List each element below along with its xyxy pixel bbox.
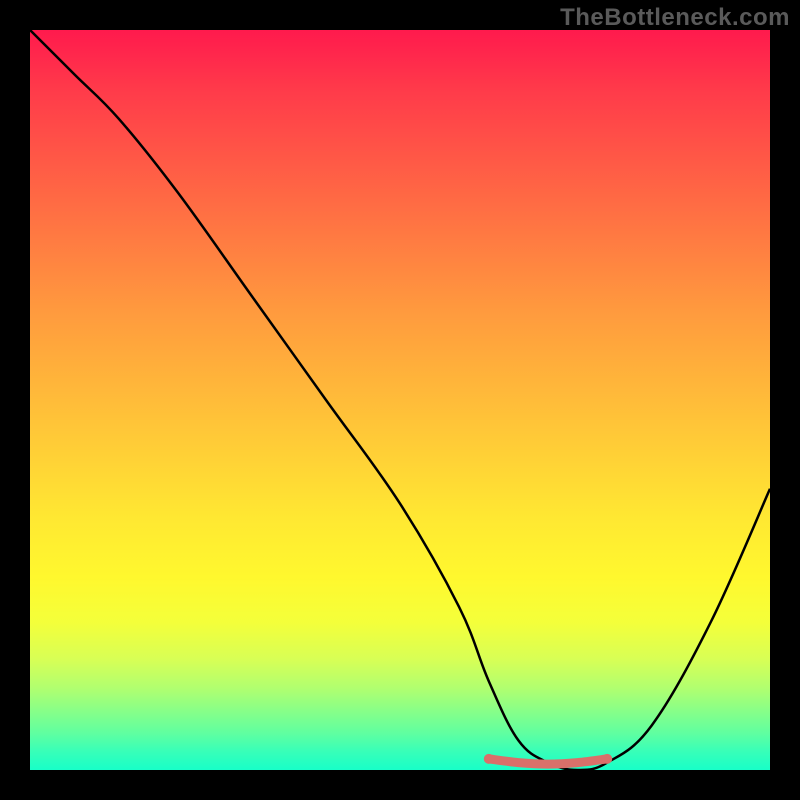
bottleneck-curve-path	[30, 30, 770, 770]
flat-minimum-highlight-path	[489, 759, 607, 764]
highlight-dot-left	[484, 754, 494, 764]
curve-svg	[30, 30, 770, 770]
highlight-dot-right	[602, 754, 612, 764]
watermark-text: TheBottleneck.com	[560, 4, 790, 32]
plot-area	[30, 30, 770, 770]
chart-frame: TheBottleneck.com	[0, 0, 800, 800]
